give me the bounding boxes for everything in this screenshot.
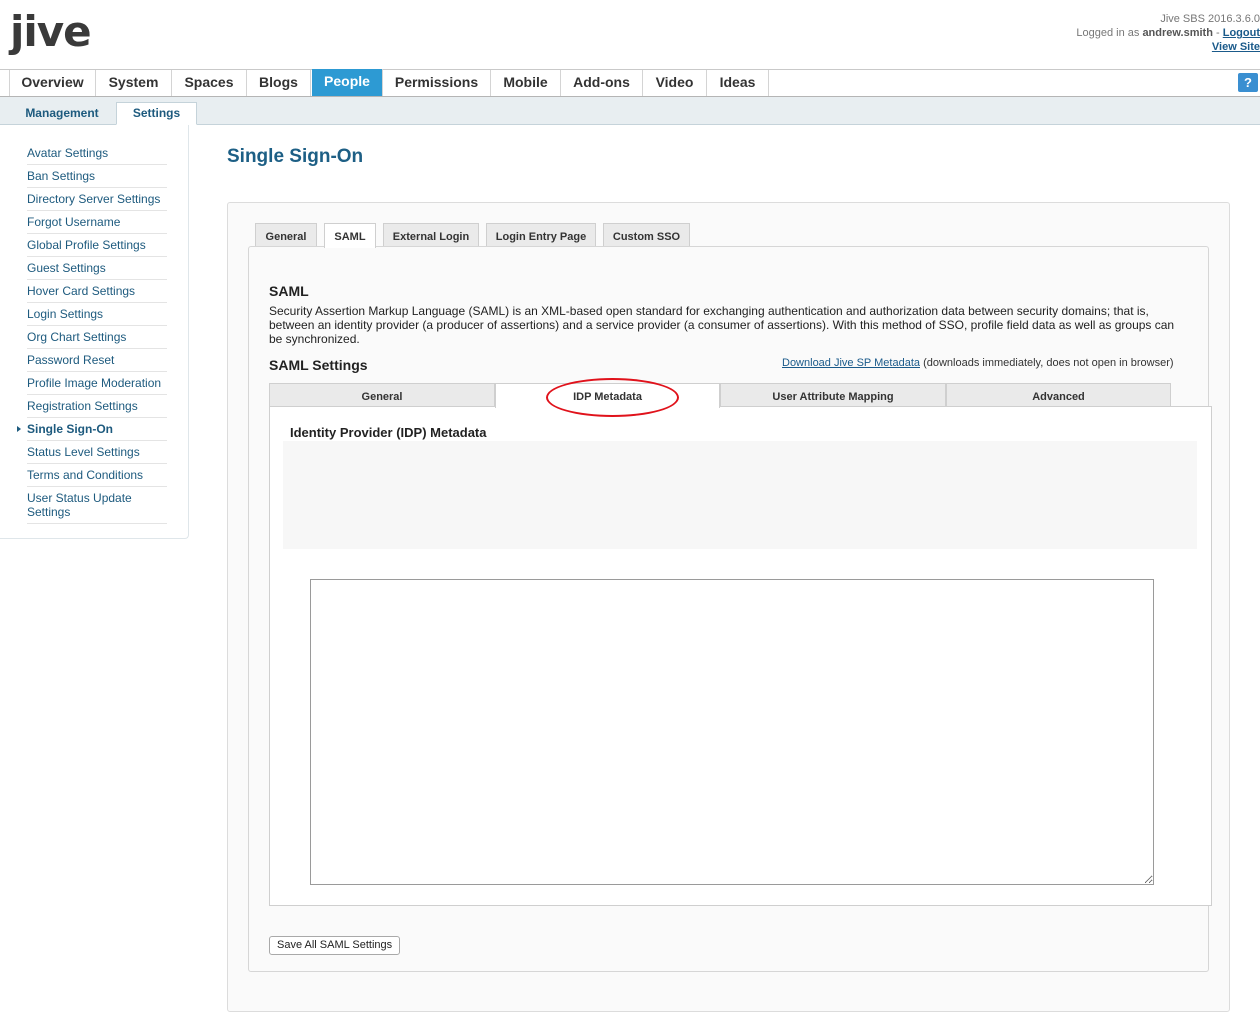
tab-system[interactable]: System (96, 70, 172, 96)
sidebar-item-org-chart-settings[interactable]: Org Chart Settings (27, 326, 167, 349)
sidebar-item-forgot-username[interactable]: Forgot Username (27, 211, 167, 234)
tab-sso-login-entry-page[interactable]: Login Entry Page (486, 223, 596, 247)
sidebar-item-user-status-update-settings[interactable]: User Status Update Settings (27, 487, 167, 524)
idp-metadata-textarea[interactable] (310, 579, 1154, 885)
tab-blogs[interactable]: Blogs (247, 70, 311, 96)
download-note: (downloads immediately, does not open in… (923, 357, 1174, 369)
save-saml-settings-button[interactable]: Save All SAML Settings (269, 936, 401, 955)
tab-saml-general[interactable]: General (269, 383, 495, 407)
idp-metadata-heading: Identity Provider (IDP) Metadata (290, 425, 487, 440)
main-nav: Overview System Spaces Blogs People Perm… (0, 69, 1260, 97)
username: andrew.smith (1142, 27, 1213, 39)
tab-ideas[interactable]: Ideas (707, 70, 769, 96)
highlight-circle (546, 378, 679, 417)
page-title: Single Sign-On (227, 146, 364, 167)
saml-heading: SAML (269, 283, 309, 299)
tab-sso-custom-sso[interactable]: Custom SSO (603, 223, 690, 247)
sidebar-item-directory-server-settings[interactable]: Directory Server Settings (27, 188, 167, 211)
sidebar-item-hover-card-settings[interactable]: Hover Card Settings (27, 280, 167, 303)
sidebar-item-password-reset[interactable]: Password Reset (27, 349, 167, 372)
tab-management[interactable]: Management (12, 103, 112, 124)
sidebar-item-login-settings[interactable]: Login Settings (27, 303, 167, 326)
tab-people[interactable]: People (312, 69, 383, 96)
sidebar-item-status-level-settings[interactable]: Status Level Settings (27, 441, 167, 464)
tab-mobile[interactable]: Mobile (491, 70, 561, 96)
sidebar-item-avatar-settings[interactable]: Avatar Settings (27, 142, 167, 165)
tab-sso-saml[interactable]: SAML (324, 223, 376, 248)
jive-logo: jive (10, 7, 92, 56)
sidebar-item-single-sign-on[interactable]: Single Sign-On (17, 418, 167, 441)
sidebar-item-guest-settings[interactable]: Guest Settings (27, 257, 167, 280)
tab-saml-user-attribute-mapping[interactable]: User Attribute Mapping (720, 383, 946, 407)
tab-overview[interactable]: Overview (9, 70, 96, 96)
sidebar-item-registration-settings[interactable]: Registration Settings (27, 395, 167, 418)
sidebar-item-terms-and-conditions[interactable]: Terms and Conditions (27, 464, 167, 487)
version-text: Jive SBS 2016.3.6.0 (1160, 13, 1260, 25)
logout-link[interactable]: Logout (1223, 27, 1260, 39)
settings-sidebar: Avatar Settings Ban Settings Directory S… (0, 125, 189, 539)
tab-saml-advanced[interactable]: Advanced (946, 383, 1171, 407)
saml-settings-heading: SAML Settings (269, 357, 368, 373)
sidebar-item-global-profile-settings[interactable]: Global Profile Settings (27, 234, 167, 257)
tab-settings[interactable]: Settings (116, 102, 197, 125)
tab-spaces[interactable]: Spaces (172, 70, 247, 96)
tab-add-ons[interactable]: Add-ons (561, 70, 643, 96)
tab-permissions[interactable]: Permissions (383, 70, 491, 96)
user-info: Jive SBS 2016.3.6.0 Logged in as andrew.… (1076, 12, 1260, 54)
sidebar-item-profile-image-moderation[interactable]: Profile Image Moderation (27, 372, 167, 395)
saml-description: Security Assertion Markup Language (SAML… (269, 304, 1175, 346)
help-icon[interactable]: ? (1238, 73, 1258, 92)
tab-video[interactable]: Video (643, 70, 707, 96)
sidebar-item-ban-settings[interactable]: Ban Settings (27, 165, 167, 188)
sub-nav: Management Settings (0, 97, 1260, 125)
tab-sso-general[interactable]: General (255, 223, 317, 247)
login-status: Logged in as andrew.smith - Logout (1076, 27, 1260, 39)
download-metadata: Download Jive SP Metadata (downloads imm… (782, 357, 1174, 369)
idp-info-area (283, 441, 1197, 549)
download-sp-metadata-link[interactable]: Download Jive SP Metadata (782, 357, 920, 369)
tab-sso-external-login[interactable]: External Login (383, 223, 479, 247)
view-site-link[interactable]: View Site (1212, 41, 1260, 53)
